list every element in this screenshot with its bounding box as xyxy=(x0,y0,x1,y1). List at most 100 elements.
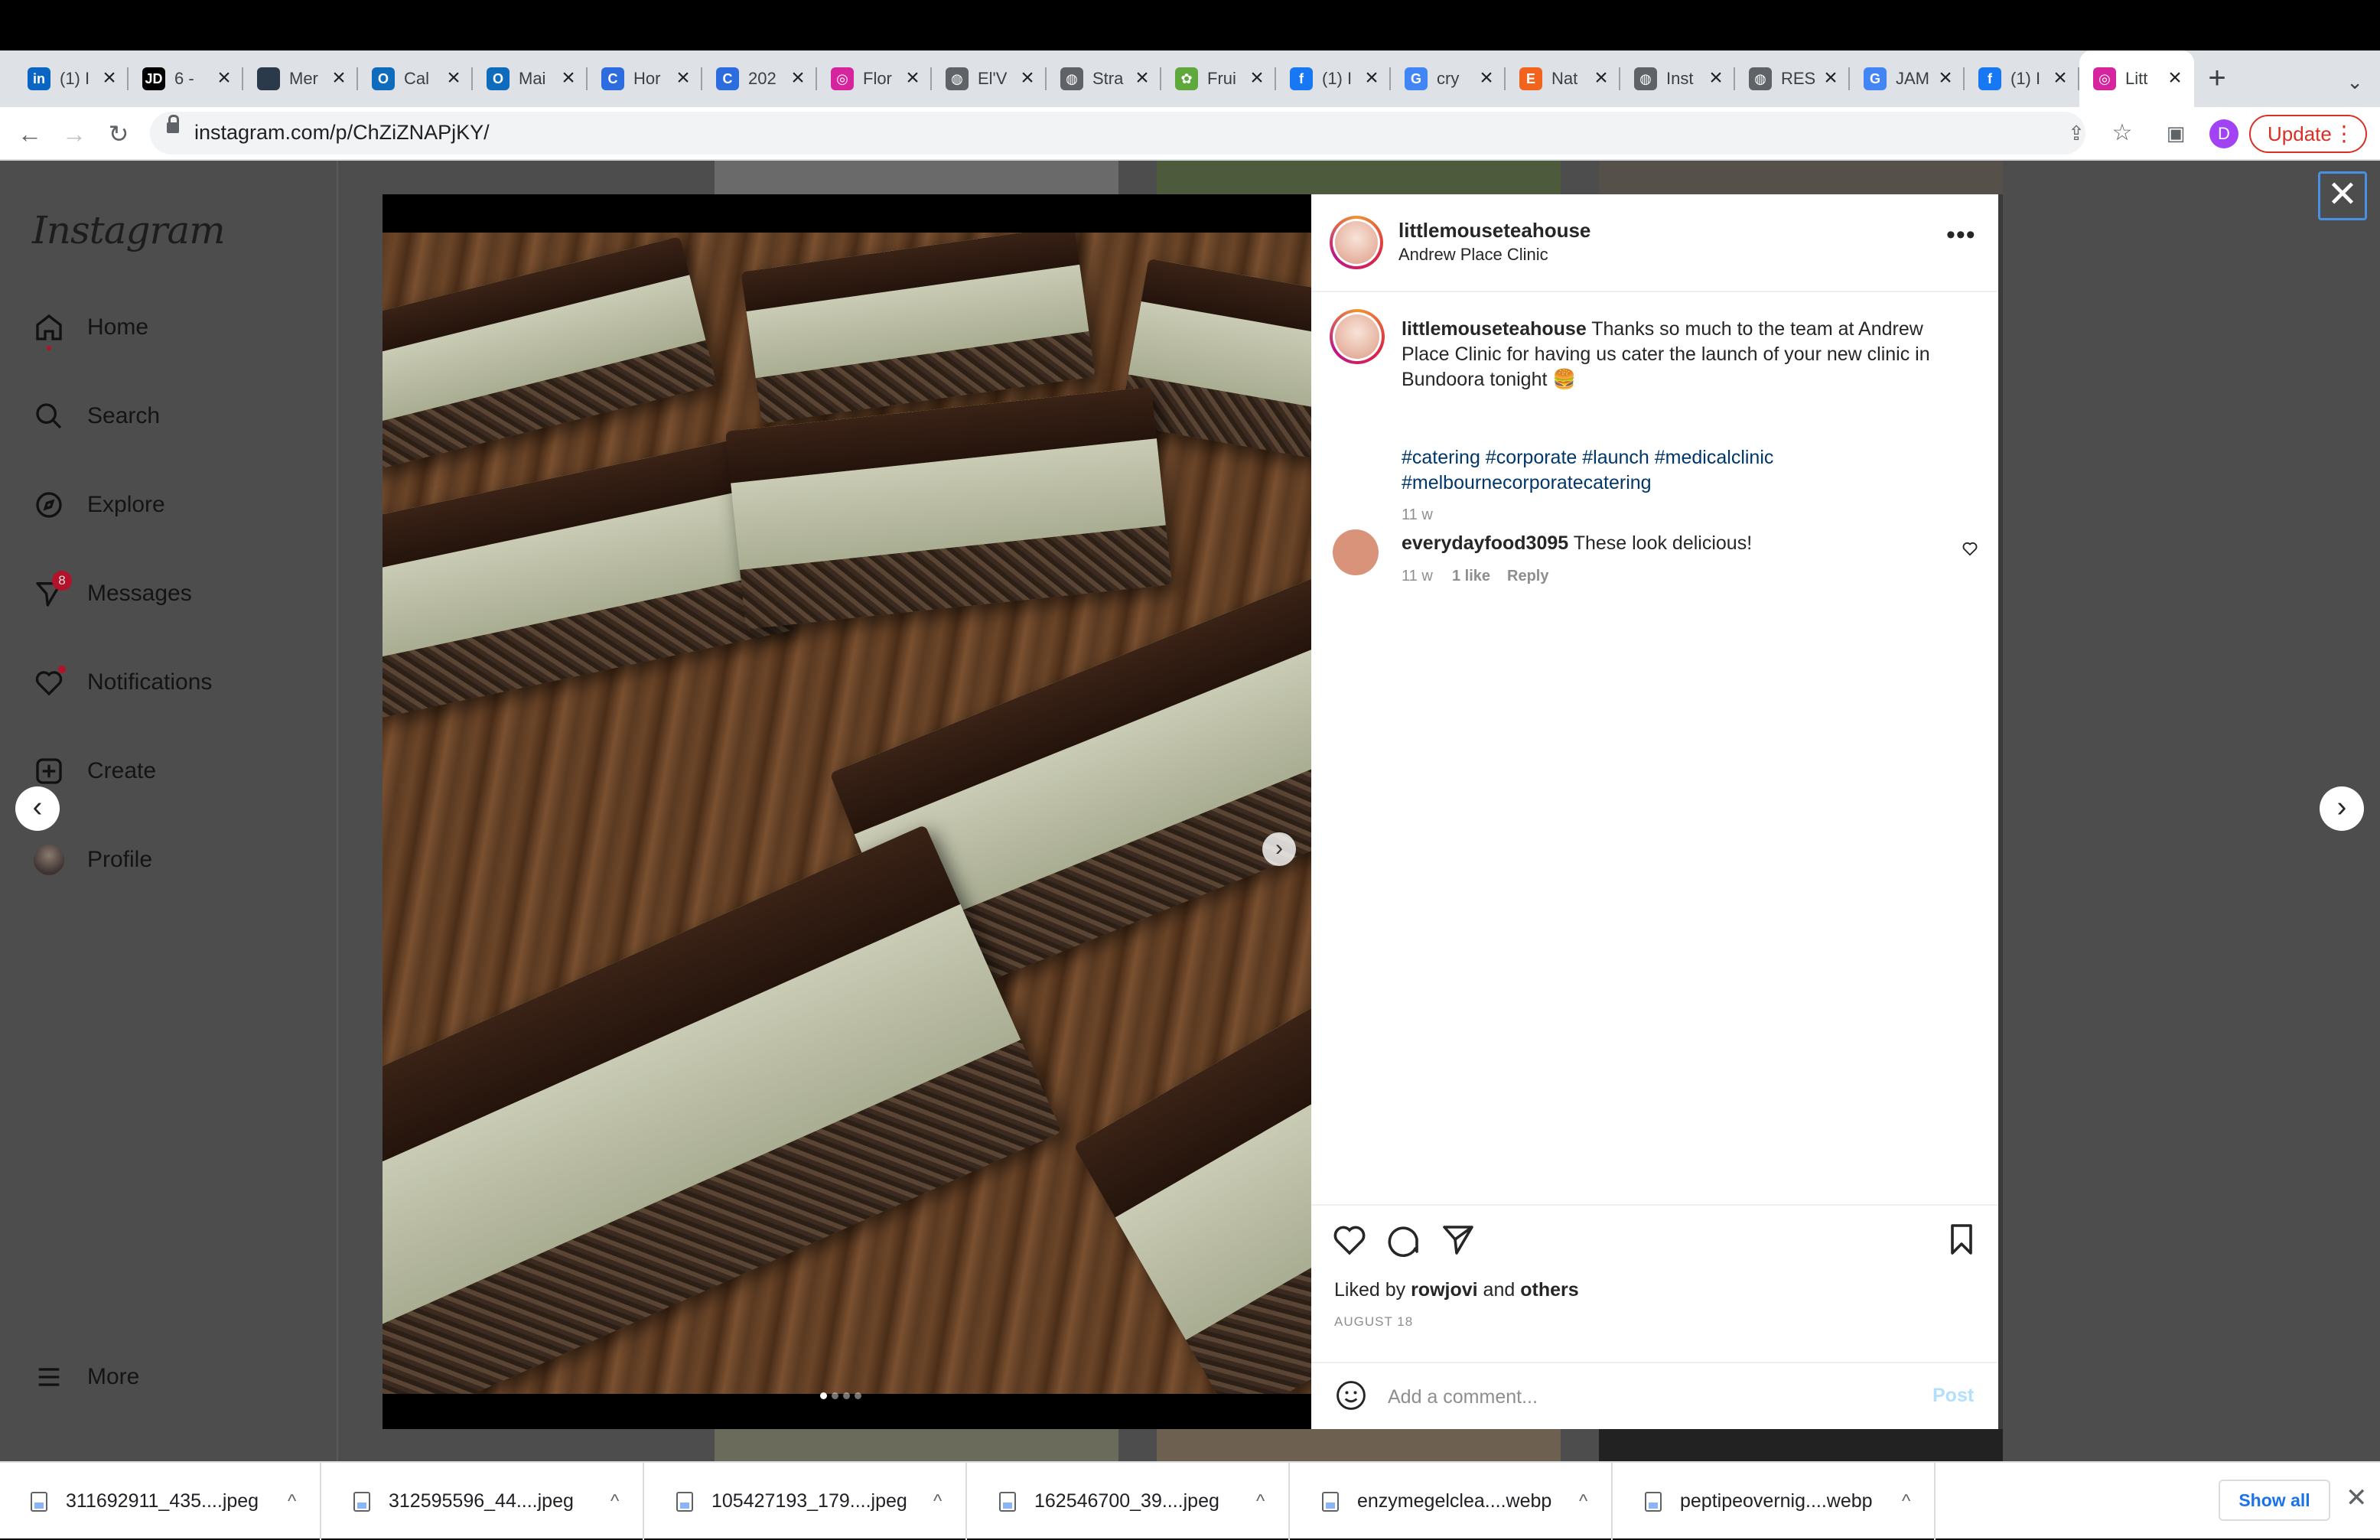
update-button[interactable]: Update ⋮ xyxy=(2249,115,2367,153)
address-bar[interactable]: instagram.com/p/ChZiZNAPjKY/ ⇪ xyxy=(150,112,2085,155)
author-avatar[interactable] xyxy=(1330,216,1383,269)
nav-messages[interactable]: 8 Messages xyxy=(31,571,192,617)
download-item[interactable]: 105427193_179....jpeg ^ xyxy=(646,1463,967,1540)
browser-tab[interactable]: C Hor × xyxy=(588,50,702,107)
browser-tab[interactable]: C 202 × xyxy=(702,50,817,107)
chevron-up-icon[interactable]: ^ xyxy=(1579,1491,1587,1512)
nav-notifications[interactable]: Notifications xyxy=(31,659,212,705)
download-item[interactable]: 311692911_435....jpeg ^ xyxy=(0,1463,321,1540)
download-item[interactable]: 162546700_39....jpeg ^ xyxy=(969,1463,1290,1540)
close-tab-icon[interactable]: × xyxy=(1017,67,1037,90)
show-all-downloads-button[interactable]: Show all xyxy=(2219,1480,2330,1521)
next-post-button[interactable]: › xyxy=(2320,786,2364,831)
close-tab-icon[interactable]: × xyxy=(329,67,349,90)
emoji-icon[interactable] xyxy=(1334,1379,1368,1412)
caption-username[interactable]: littlemouseteahouse xyxy=(1402,318,1587,340)
back-arrow-icon[interactable]: ← xyxy=(14,118,46,150)
close-tab-icon[interactable]: × xyxy=(558,67,578,90)
new-tab-button[interactable]: + xyxy=(2194,56,2240,102)
browser-tab[interactable]: O Mai × xyxy=(473,50,588,107)
close-tab-icon[interactable]: × xyxy=(1936,67,1955,90)
browser-tab[interactable]: ◍ Inst × xyxy=(1620,50,1735,107)
author-username[interactable]: littlemouseteahouse xyxy=(1398,219,1590,243)
share-icon[interactable]: ⇪ xyxy=(2063,119,2090,147)
comment-bubble-icon[interactable] xyxy=(1385,1221,1426,1262)
browser-tab[interactable]: ◍ Stra × xyxy=(1047,50,1161,107)
close-modal-button[interactable]: ✕ xyxy=(2318,171,2367,220)
save-bookmark-icon[interactable] xyxy=(1943,1221,1984,1262)
liked-by-user[interactable]: rowjovi xyxy=(1411,1279,1478,1301)
browser-tab[interactable]: E Nat × xyxy=(1506,50,1620,107)
chevron-up-icon[interactable]: ^ xyxy=(1256,1491,1265,1512)
nav-profile[interactable]: Profile xyxy=(31,837,152,883)
caption-age[interactable]: 11 w xyxy=(1402,506,1433,524)
close-tab-icon[interactable]: × xyxy=(1706,67,1726,90)
profile-avatar-button[interactable]: D xyxy=(2209,119,2238,148)
close-tab-icon[interactable]: × xyxy=(1247,67,1267,90)
close-tab-icon[interactable]: × xyxy=(903,67,923,90)
close-tab-icon[interactable]: × xyxy=(1821,67,1841,90)
commenter-avatar[interactable] xyxy=(1333,529,1379,575)
browser-tab[interactable]: f (1) I × xyxy=(1965,50,2079,107)
tab-search-chevron-icon[interactable]: ⌄ xyxy=(2346,70,2363,94)
post-comment-button[interactable]: Post xyxy=(1932,1385,1974,1407)
close-tab-icon[interactable]: × xyxy=(444,67,464,90)
post-hashtags[interactable]: #catering #corporate #launch #medicalcli… xyxy=(1402,445,1968,496)
close-tab-icon[interactable]: × xyxy=(99,67,119,90)
browser-tab[interactable]: ✿ Frui × xyxy=(1161,50,1276,107)
comment-username[interactable]: everydayfood3095 xyxy=(1402,532,1568,554)
browser-tab[interactable]: f (1) I × xyxy=(1276,50,1391,107)
instagram-logo[interactable]: Instagram xyxy=(32,208,226,252)
liked-by-others[interactable]: others xyxy=(1520,1279,1578,1301)
browser-tab[interactable]: ◎ Litt × xyxy=(2079,50,2194,107)
close-tab-icon[interactable]: × xyxy=(214,67,234,90)
chevron-up-icon[interactable]: ^ xyxy=(1902,1491,1910,1512)
close-tab-icon[interactable]: × xyxy=(1132,67,1152,90)
chevron-up-icon[interactable]: ^ xyxy=(288,1491,296,1512)
nav-more[interactable]: More xyxy=(31,1354,139,1400)
browser-tab[interactable]: in (1) I × xyxy=(14,50,129,107)
chevron-up-icon[interactable]: ^ xyxy=(933,1491,942,1512)
download-item[interactable]: 312595596_44....jpeg ^ xyxy=(323,1463,644,1540)
close-shelf-icon[interactable]: ✕ xyxy=(2346,1483,2368,1513)
post-date[interactable]: AUGUST 18 xyxy=(1334,1314,1413,1330)
share-paper-plane-icon[interactable] xyxy=(1440,1221,1481,1262)
reload-icon[interactable]: ↻ xyxy=(103,118,135,150)
nav-create[interactable]: Create xyxy=(31,748,156,794)
browser-tab[interactable]: O Cal × xyxy=(358,50,473,107)
forward-arrow-icon[interactable]: → xyxy=(58,118,90,150)
browser-tab[interactable]: JD 6 - × xyxy=(129,50,243,107)
close-tab-icon[interactable]: × xyxy=(2050,67,2070,90)
nav-explore[interactable]: Explore xyxy=(31,482,165,528)
browser-tab[interactable]: G JAM × xyxy=(1850,50,1965,107)
close-tab-icon[interactable]: × xyxy=(673,67,693,90)
nav-search[interactable]: Search xyxy=(31,393,160,439)
more-options-icon[interactable]: ••• xyxy=(1946,220,1976,250)
carousel-next-button[interactable]: › xyxy=(1262,832,1296,866)
browser-tab[interactable]: ◍ El'V × xyxy=(932,50,1047,107)
comment-like-heart-icon[interactable] xyxy=(1962,539,1978,562)
bookmark-star-icon[interactable]: ☆ xyxy=(2108,119,2136,147)
browser-tab[interactable]: ◎ Flor × xyxy=(817,50,932,107)
browser-tab[interactable]: Gcry × xyxy=(1391,50,1506,107)
close-tab-icon[interactable]: × xyxy=(1477,67,1496,90)
side-panel-icon[interactable]: ▣ xyxy=(2162,119,2190,147)
download-item[interactable]: peptipeovernig....webp ^ xyxy=(1614,1463,1936,1540)
previous-post-button[interactable]: ‹ xyxy=(15,786,60,831)
like-heart-icon[interactable] xyxy=(1331,1221,1372,1262)
browser-tab[interactable]: ◍ RES × xyxy=(1735,50,1850,107)
nav-home[interactable]: Home xyxy=(31,304,148,350)
close-tab-icon[interactable]: × xyxy=(2165,67,2185,90)
chevron-up-icon[interactable]: ^ xyxy=(610,1491,619,1512)
close-tab-icon[interactable]: × xyxy=(788,67,808,90)
browser-tab[interactable]: Mer × xyxy=(243,50,358,107)
close-tab-icon[interactable]: × xyxy=(1362,67,1382,90)
post-location[interactable]: Andrew Place Clinic xyxy=(1398,245,1548,265)
close-tab-icon[interactable]: × xyxy=(1591,67,1611,90)
caption-avatar[interactable] xyxy=(1330,309,1385,364)
comment-likes[interactable]: 1 like xyxy=(1452,568,1490,585)
download-item[interactable]: enzymegelclea....webp ^ xyxy=(1291,1463,1613,1540)
comment-reply-button[interactable]: Reply xyxy=(1507,568,1548,585)
comment-age[interactable]: 11 w xyxy=(1402,568,1433,585)
comment-input[interactable] xyxy=(1388,1382,1908,1412)
